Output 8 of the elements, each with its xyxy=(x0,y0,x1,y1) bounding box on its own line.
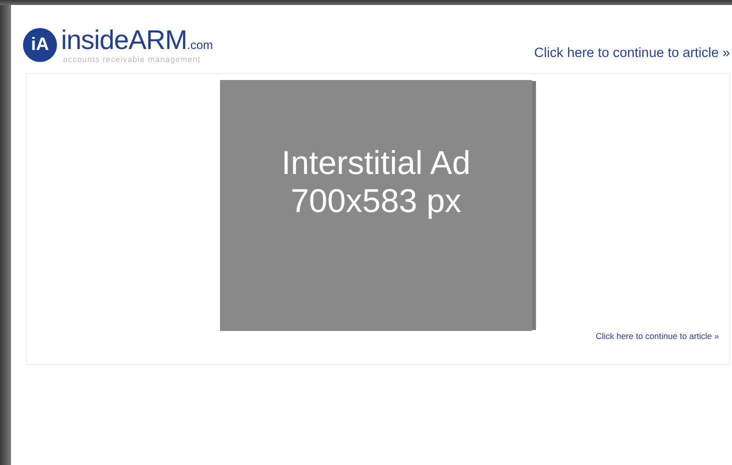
continue-link[interactable]: Click here to continue to article » xyxy=(534,45,730,60)
ad-label: Interstitial Ad xyxy=(282,144,470,182)
logo-suffix: .com xyxy=(187,38,214,52)
logo-name: insideARM xyxy=(61,25,188,55)
logo-badge: iA xyxy=(23,28,57,62)
ad-size: 700x583 px xyxy=(290,182,462,220)
logo-tagline: accounts receivable management xyxy=(63,55,202,64)
continue-link[interactable]: Click here to continue to article » xyxy=(596,331,719,341)
